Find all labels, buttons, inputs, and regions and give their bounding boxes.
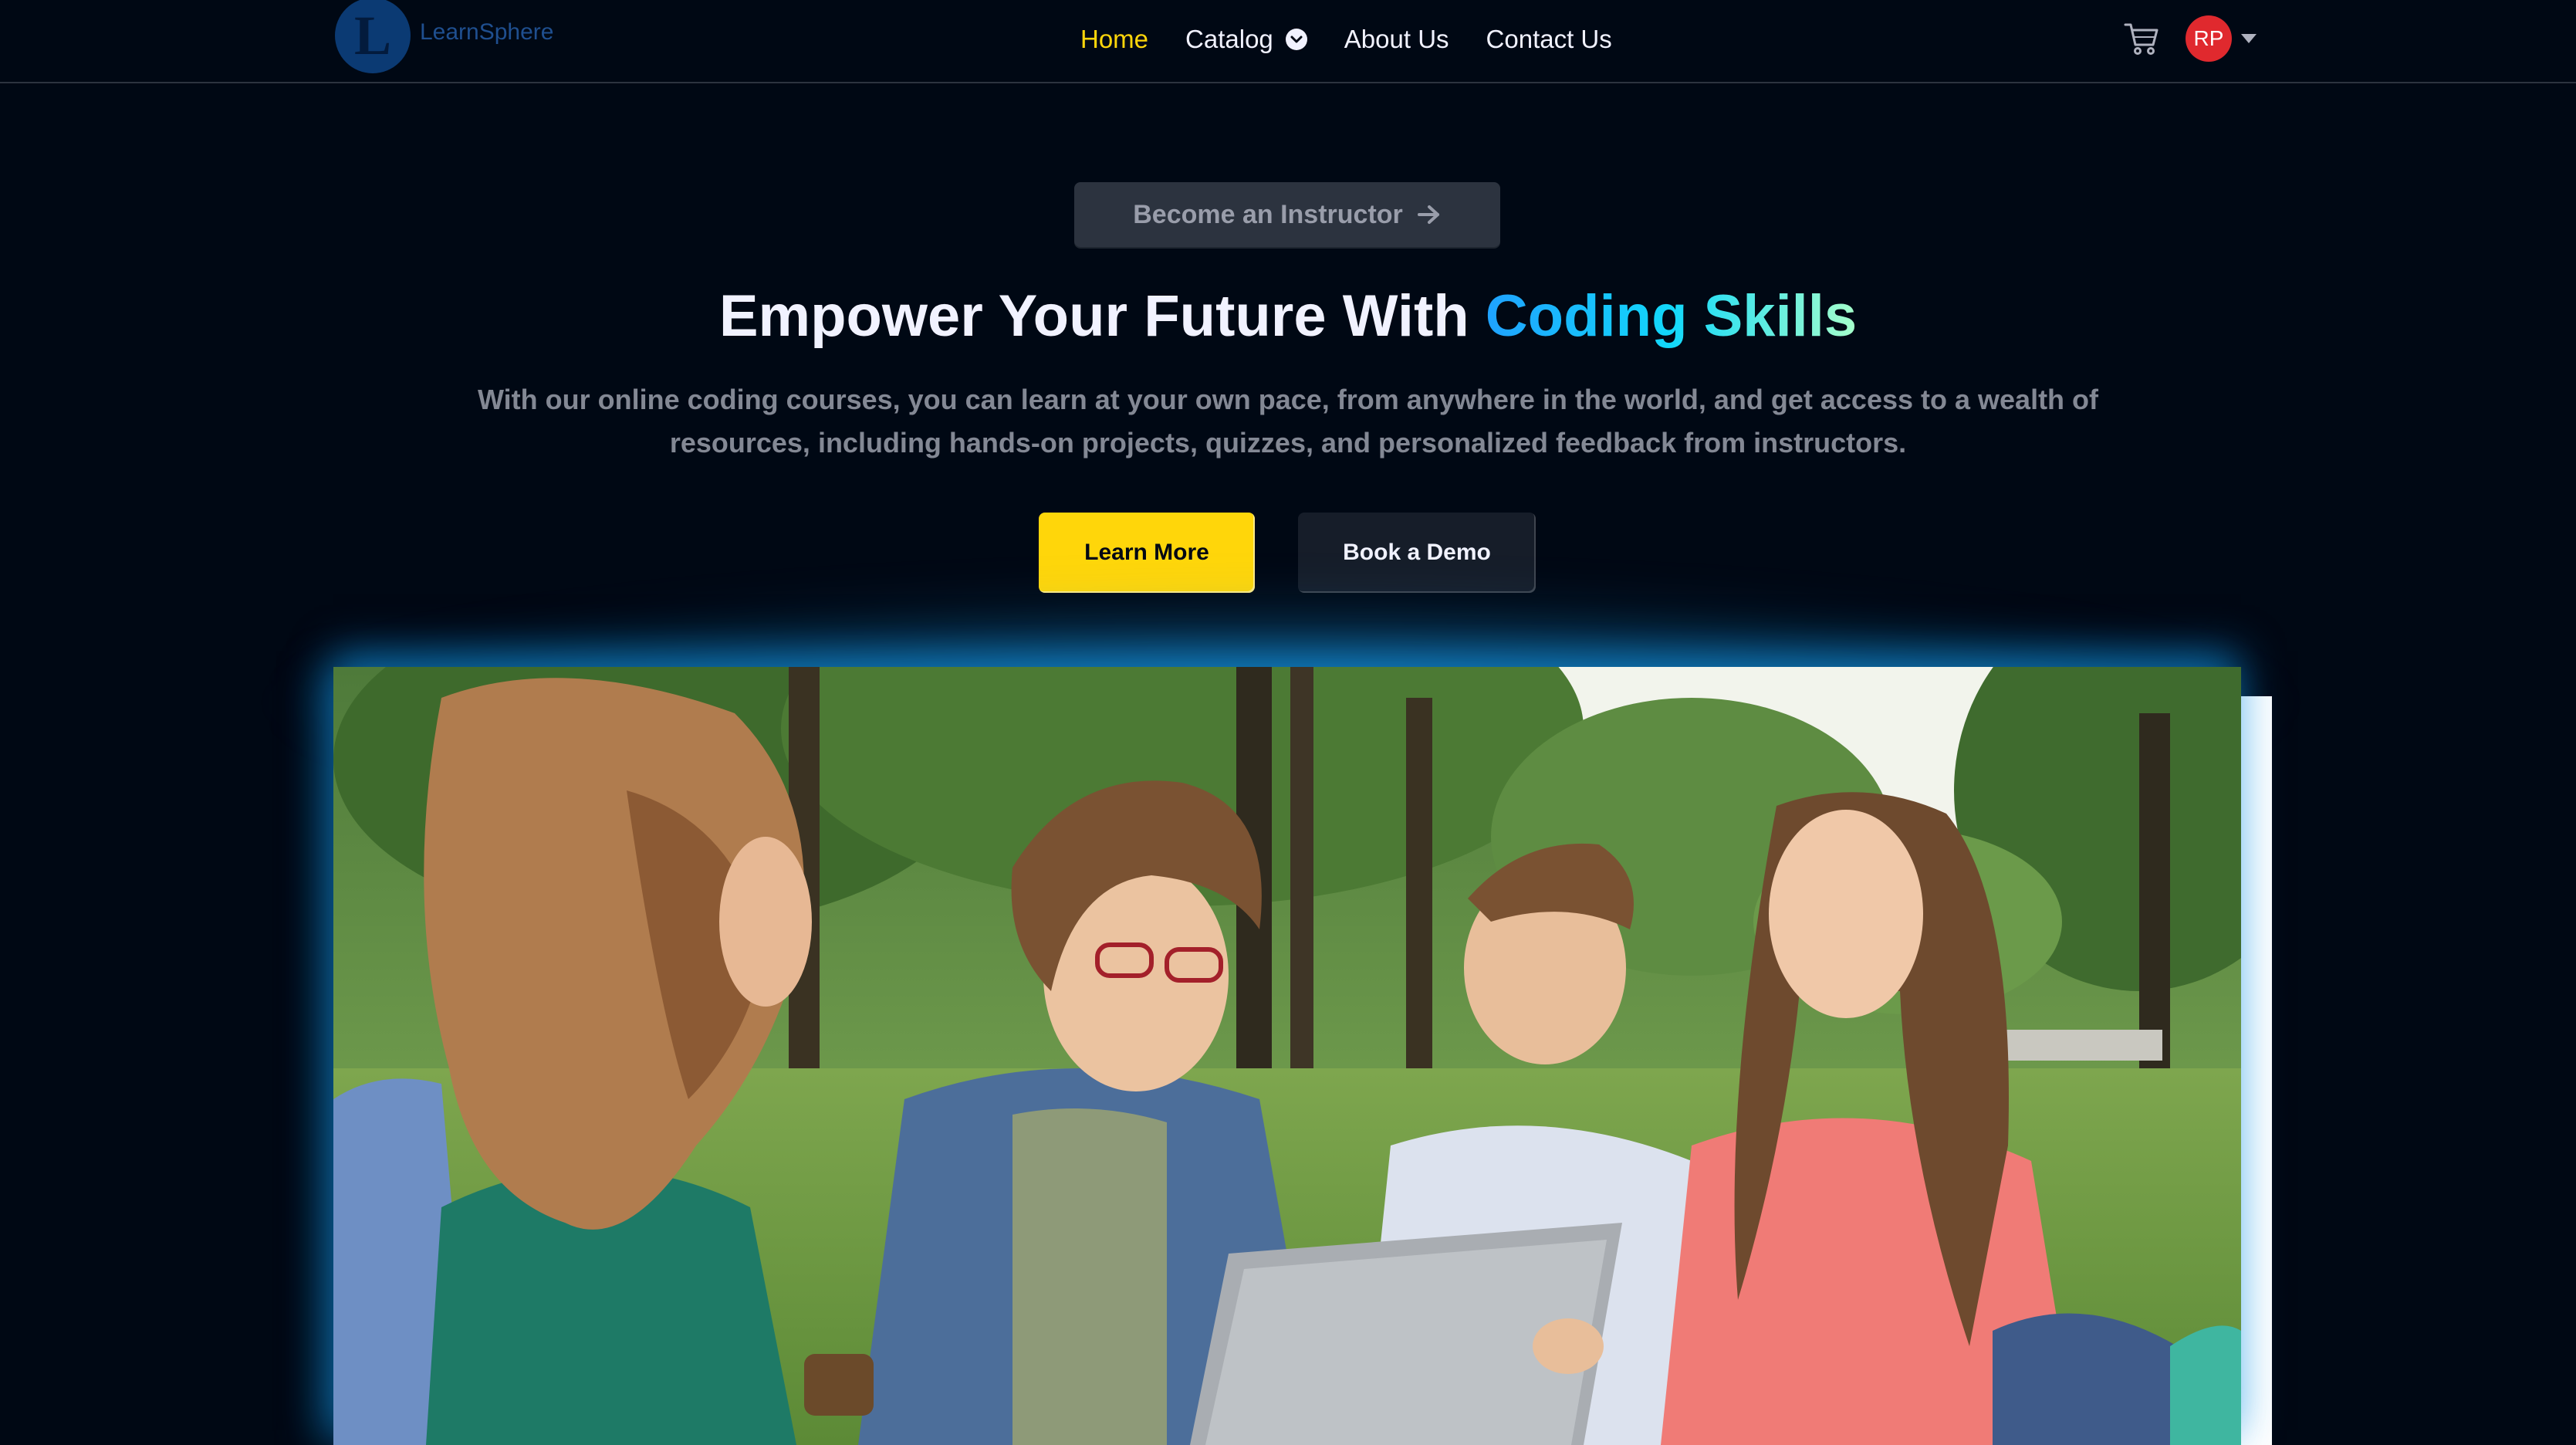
avatar-initials: RP: [2193, 26, 2224, 50]
hero-subtitle: With our online coding courses, you can …: [477, 384, 2099, 459]
arrow-right-icon: [1417, 205, 1439, 224]
brand-logo[interactable]: L LearnSphere: [335, 0, 553, 74]
learn-more-label: Learn More: [1084, 540, 1209, 565]
caret-down-icon[interactable]: [2241, 34, 2257, 43]
chevron-down-icon: [1285, 29, 1307, 50]
main-nav: Home Catalog About Us Contact Us: [1080, 0, 1612, 79]
nav-item-contact-us[interactable]: Contact Us: [1486, 25, 1612, 54]
top-navbar: L LearnSphere Home Catalog About Us Cont…: [0, 0, 2576, 83]
avatar[interactable]: RP: [2186, 15, 2232, 62]
hero-title-highlight: Coding Skills: [1485, 283, 1858, 349]
nav-item-label: Home: [1080, 25, 1149, 53]
become-instructor-button[interactable]: Become an Instructor: [1074, 182, 1500, 247]
book-demo-label: Book a Demo: [1343, 540, 1491, 565]
hero-title-prefix: Empower Your Future With: [718, 283, 1486, 349]
nav-item-catalog[interactable]: Catalog: [1185, 25, 1307, 54]
learn-more-button[interactable]: Learn More: [1039, 513, 1255, 593]
nav-item-label: Catalog: [1185, 25, 1273, 53]
book-demo-button[interactable]: Book a Demo: [1298, 513, 1536, 593]
nav-item-label: Contact Us: [1486, 25, 1612, 53]
nav-item-home[interactable]: Home: [1080, 25, 1148, 54]
logo-letter: L: [353, 5, 392, 66]
nav-item-label: About Us: [1344, 25, 1449, 53]
become-instructor-label: Become an Instructor: [1133, 199, 1403, 229]
students-outdoor-scene: [333, 667, 2241, 1445]
brand-name: LearnSphere: [420, 19, 554, 45]
shopping-cart-icon[interactable]: [2124, 22, 2159, 56]
hero-video[interactable]: [333, 667, 2241, 1445]
nav-item-about-us[interactable]: About Us: [1344, 25, 1449, 54]
logo-mark: L: [335, 0, 411, 73]
hero-title: Empower Your Future With Coding Skills: [0, 283, 2576, 350]
